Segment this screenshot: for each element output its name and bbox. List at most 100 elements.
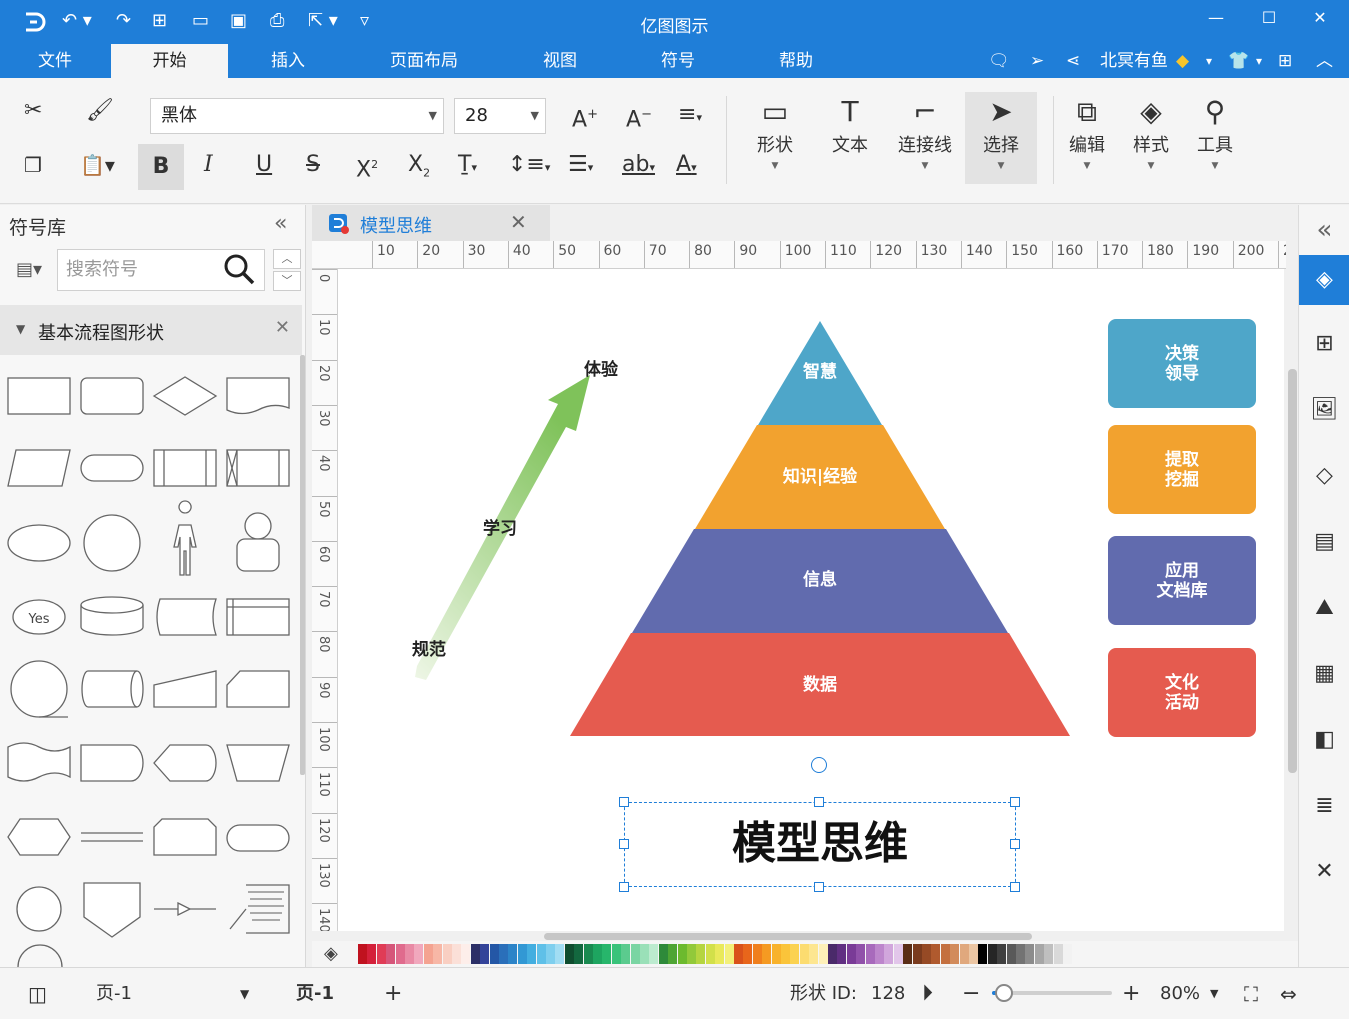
table-icon[interactable]: ▦ bbox=[1299, 649, 1349, 699]
color-swatch[interactable] bbox=[987, 944, 997, 964]
minimize-icon[interactable]: — bbox=[1201, 8, 1231, 27]
font-size-select[interactable]: 28 ▼ bbox=[454, 98, 546, 134]
color-swatch[interactable] bbox=[687, 944, 696, 964]
color-swatch[interactable] bbox=[395, 944, 405, 964]
color-swatch[interactable] bbox=[414, 944, 424, 964]
fill-style-icon[interactable]: ◈ bbox=[1299, 255, 1349, 305]
expand-panel-icon[interactable]: « bbox=[1299, 205, 1349, 255]
image-icon[interactable]: 🖼 bbox=[1299, 385, 1349, 435]
vertical-scroll-thumb[interactable] bbox=[1288, 369, 1297, 773]
color-swatch[interactable] bbox=[931, 944, 941, 964]
document-tab[interactable]: 模型思维 ✕ bbox=[312, 205, 550, 241]
color-swatch[interactable] bbox=[527, 944, 537, 964]
zoom-level[interactable]: 80% bbox=[1160, 982, 1200, 1006]
menu-tab-file[interactable]: 文件 bbox=[0, 44, 110, 78]
color-swatch[interactable] bbox=[658, 944, 668, 964]
color-swatch[interactable] bbox=[1025, 944, 1035, 964]
color-swatch[interactable] bbox=[809, 944, 819, 964]
color-swatch[interactable] bbox=[602, 944, 612, 964]
terminal-shape[interactable] bbox=[226, 824, 290, 852]
data-icon[interactable]: ◧ bbox=[1299, 715, 1349, 765]
color-swatch[interactable] bbox=[376, 944, 386, 964]
fill-bucket-icon[interactable]: ◈ bbox=[324, 943, 338, 964]
card-shape[interactable] bbox=[226, 670, 290, 708]
rounded-process-shape[interactable] bbox=[80, 377, 144, 415]
chevron-down-icon[interactable]: ▼ bbox=[240, 982, 249, 1006]
color-swatch[interactable] bbox=[950, 944, 960, 964]
fullscreen-icon[interactable]: ⛶ bbox=[1244, 982, 1258, 1006]
card-extract[interactable]: 提取 挖掘 bbox=[1108, 425, 1256, 514]
rotate-handle[interactable] bbox=[811, 757, 827, 773]
copy-icon[interactable]: ❐ bbox=[24, 150, 42, 180]
horizontal-scroll-thumb[interactable] bbox=[544, 933, 1032, 940]
preparation-shape[interactable] bbox=[7, 818, 71, 856]
organize-icon[interactable]: ≣ bbox=[1299, 781, 1349, 831]
category-header[interactable]: ▼ 基本流程图形状 ✕ bbox=[0, 305, 302, 355]
ellipse-shape[interactable] bbox=[7, 524, 71, 562]
vip-diamond-icon[interactable]: ◆ bbox=[1176, 50, 1189, 74]
color-swatch[interactable] bbox=[423, 944, 433, 964]
resize-handle-e[interactable] bbox=[1010, 839, 1020, 849]
color-swatch[interactable] bbox=[1016, 944, 1025, 964]
paste-icon[interactable]: 📋▾ bbox=[80, 150, 115, 180]
color-swatch[interactable] bbox=[405, 944, 414, 964]
page-list-icon[interactable]: ▤ bbox=[1299, 517, 1349, 567]
color-swatch[interactable] bbox=[781, 944, 790, 964]
page-selector[interactable]: 页-1 bbox=[96, 982, 132, 1006]
bold-button[interactable]: B bbox=[138, 144, 184, 190]
text-format-icon[interactable]: Ṯ▾ bbox=[458, 150, 477, 183]
resize-handle-w[interactable] bbox=[619, 839, 629, 849]
color-swatch[interactable] bbox=[433, 944, 443, 964]
skin-dropdown-icon[interactable]: ▾ bbox=[1256, 50, 1262, 74]
color-swatch[interactable] bbox=[649, 944, 659, 964]
share-icon[interactable]: ⋖ bbox=[1066, 50, 1080, 74]
data-shape[interactable] bbox=[7, 449, 71, 487]
predefined-process-shape[interactable] bbox=[153, 449, 217, 487]
close-window-icon[interactable]: ✕ bbox=[1305, 8, 1335, 27]
align-icon[interactable]: ≡▾ bbox=[678, 100, 702, 133]
display-shape[interactable] bbox=[153, 744, 217, 782]
vertical-scrollbar[interactable] bbox=[1287, 241, 1298, 931]
canvas-area[interactable]: 体验 学习 规范 智慧 知识|经验 信息 数据 决策 领导 提取 挖掘 应用 文… bbox=[338, 269, 1286, 931]
color-swatch[interactable] bbox=[705, 944, 715, 964]
color-swatch[interactable] bbox=[564, 944, 574, 964]
tools-button[interactable]: ⚲ 工具 ▼ bbox=[1182, 92, 1248, 184]
decrease-font-icon[interactable]: A− bbox=[626, 100, 652, 135]
color-swatch[interactable] bbox=[583, 944, 593, 964]
layers-icon[interactable]: ◇ bbox=[1299, 451, 1349, 501]
circle-shape[interactable] bbox=[83, 514, 141, 572]
symbol-search-input[interactable]: 搜索符号 bbox=[57, 249, 265, 291]
underline-button[interactable]: U bbox=[256, 150, 272, 180]
color-swatch[interactable] bbox=[489, 944, 499, 964]
color-swatch[interactable] bbox=[508, 944, 518, 964]
edit-button[interactable]: ⧉ 编辑 ▼ bbox=[1054, 92, 1120, 184]
color-swatch[interactable] bbox=[1063, 944, 1072, 964]
format-painter-icon[interactable]: 🖌 bbox=[86, 96, 114, 126]
flow-arrow-shape[interactable] bbox=[177, 901, 192, 917]
color-swatch[interactable] bbox=[358, 944, 367, 964]
menu-tab-help[interactable]: 帮助 bbox=[748, 44, 844, 78]
color-swatch[interactable] bbox=[452, 944, 461, 964]
chevron-down-icon[interactable]: ▼ bbox=[1210, 982, 1218, 1006]
color-swatch[interactable] bbox=[715, 944, 725, 964]
highlight-icon[interactable]: ab▾ bbox=[622, 150, 655, 183]
color-swatch[interactable] bbox=[630, 944, 640, 964]
color-swatch[interactable] bbox=[940, 944, 950, 964]
skin-shirt-icon[interactable]: 👕 bbox=[1228, 50, 1249, 74]
menu-tab-insert[interactable]: 插入 bbox=[240, 44, 336, 78]
card-decision[interactable]: 决策 领导 bbox=[1108, 319, 1256, 408]
off-page-connector-shape[interactable] bbox=[83, 882, 141, 938]
zoom-slider[interactable] bbox=[992, 984, 1112, 1002]
internal-storage-shape[interactable] bbox=[226, 598, 290, 636]
menu-tab-home[interactable]: 开始 bbox=[111, 44, 228, 78]
font-color-icon[interactable]: A▾ bbox=[676, 150, 697, 183]
close-tab-icon[interactable]: ✕ bbox=[510, 210, 527, 234]
shape-tool-button[interactable]: ▭ 形状 ▼ bbox=[740, 92, 810, 184]
resize-handle-sw[interactable] bbox=[619, 882, 629, 892]
connector-tool-button[interactable]: ⌐ 连接线 ▼ bbox=[890, 92, 960, 184]
color-swatch[interactable] bbox=[978, 944, 988, 964]
color-swatch[interactable] bbox=[762, 944, 772, 964]
connector-shape[interactable] bbox=[16, 886, 62, 932]
color-swatch[interactable] bbox=[922, 944, 931, 964]
add-page-icon[interactable]: + bbox=[384, 982, 402, 1006]
